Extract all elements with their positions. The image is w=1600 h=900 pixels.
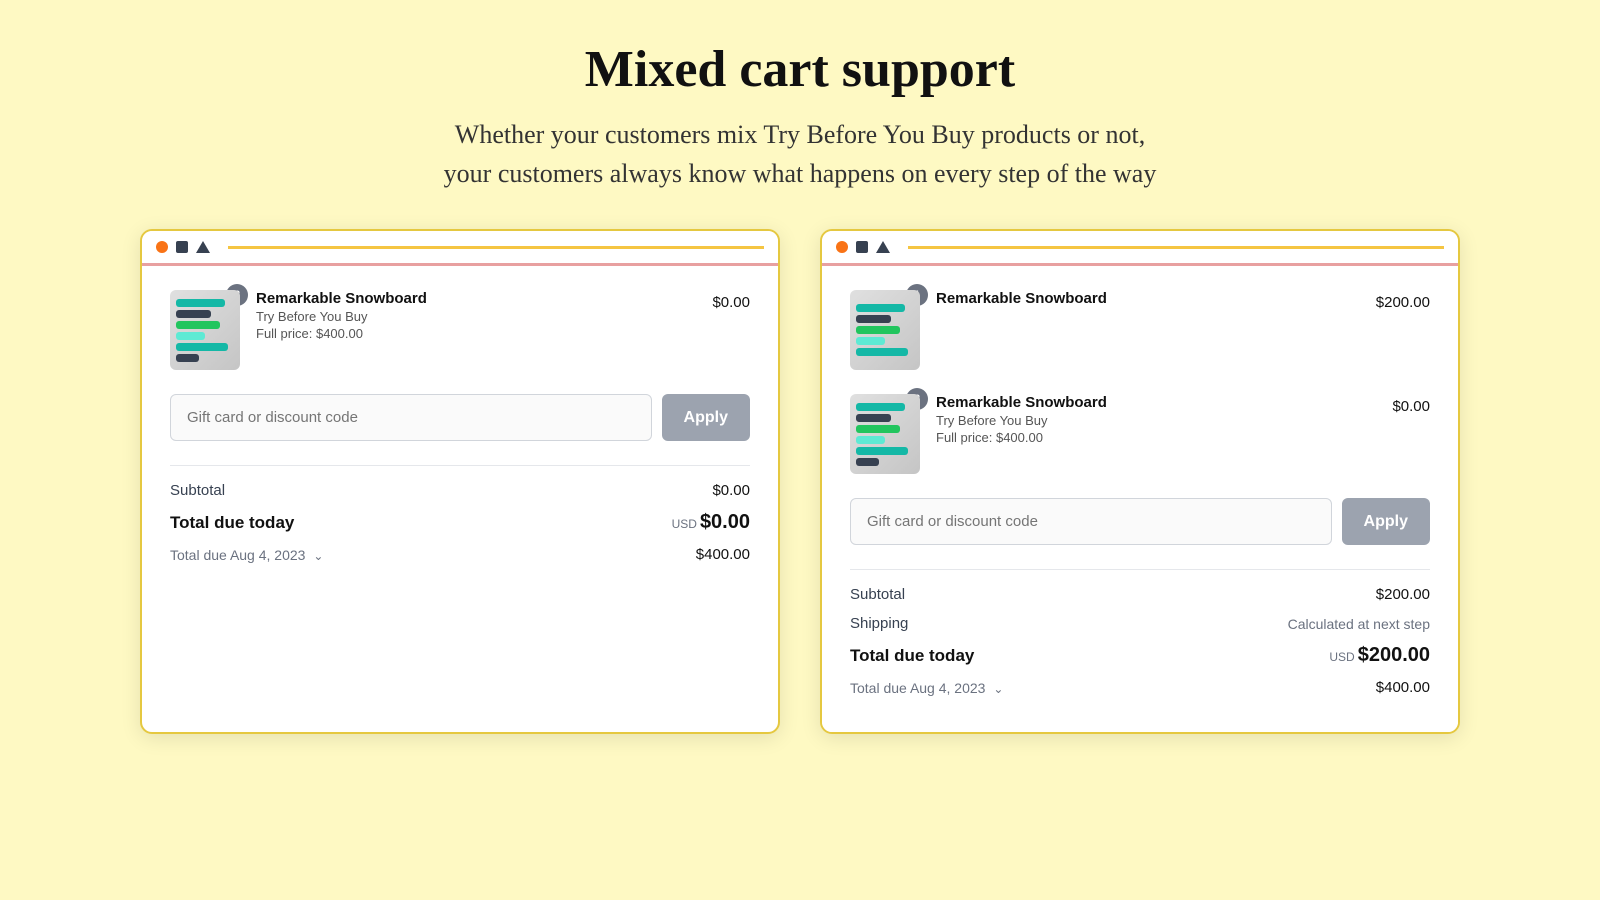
cards-row: 2 Remarkable Snowboard T <box>100 229 1500 734</box>
total-label-r: Total due today <box>850 646 974 666</box>
deferred-label: Total due Aug 4, 2023 ⌄ <box>170 547 323 563</box>
page-subtitle: Whether your customers mix Try Before Yo… <box>444 115 1157 193</box>
product-image-wrapper: 2 <box>170 290 242 370</box>
product-details-right-1: Remarkable Snowboard <box>936 290 1362 309</box>
product-price-r1: $200.00 <box>1376 294 1430 311</box>
titlebar-dot-red <box>156 241 168 253</box>
titlebar-line <box>228 246 764 249</box>
browser-titlebar-right <box>822 231 1458 266</box>
summary-row-total-right: Total due today USD$200.00 <box>850 644 1430 667</box>
titlebar-dot-dark <box>176 241 188 253</box>
chevron-down-icon: ⌄ <box>313 549 323 563</box>
discount-row-right: Apply <box>850 498 1430 545</box>
product-image-r2 <box>850 394 920 474</box>
total-value: USD$0.00 <box>672 511 750 534</box>
product-image-r1 <box>850 290 920 370</box>
titlebar-dot-triangle-r <box>876 241 890 253</box>
product-item-right-1: 1 Remarkable Snowboard $200.00 <box>850 290 1430 370</box>
product-image-wrapper-r1: 1 <box>850 290 922 370</box>
product-fullprice: Full price: $400.00 <box>256 326 698 341</box>
browser-window-right: 1 Remarkable Snowboard $200.00 <box>820 229 1460 734</box>
summary-row-subtotal-right: Subtotal $200.00 <box>850 586 1430 603</box>
browser-content-left: 2 Remarkable Snowboard T <box>142 266 778 599</box>
product-fullprice-r2: Full price: $400.00 <box>936 430 1378 445</box>
browser-window-left: 2 Remarkable Snowboard T <box>140 229 780 734</box>
discount-input-left[interactable] <box>170 394 652 441</box>
shipping-value: Calculated at next step <box>1288 616 1430 632</box>
product-name-r1: Remarkable Snowboard <box>936 290 1362 307</box>
product-price-r2: $0.00 <box>1392 398 1430 415</box>
subtotal-value: $0.00 <box>712 482 750 499</box>
summary-row-subtotal-left: Subtotal $0.00 <box>170 482 750 499</box>
total-label: Total due today <box>170 513 294 533</box>
titlebar-dot-red-r <box>836 241 848 253</box>
product-price: $0.00 <box>712 294 750 311</box>
titlebar-dot-dark-r <box>856 241 868 253</box>
discount-input-right[interactable] <box>850 498 1332 545</box>
product-subtitle-r2: Try Before You Buy <box>936 413 1378 428</box>
product-image <box>170 290 240 370</box>
titlebar-dot-triangle <box>196 241 210 253</box>
shipping-label: Shipping <box>850 615 908 632</box>
product-details-left-1: Remarkable Snowboard Try Before You Buy … <box>256 290 698 341</box>
product-name: Remarkable Snowboard <box>256 290 698 307</box>
deferred-value: $400.00 <box>696 546 750 563</box>
subtotal-label-r: Subtotal <box>850 586 905 603</box>
page-title: Mixed cart support <box>444 40 1157 99</box>
usd-label-r: USD <box>1329 650 1354 664</box>
snowboard-bars <box>170 293 240 368</box>
product-details-right-2: Remarkable Snowboard Try Before You Buy … <box>936 394 1378 445</box>
summary-row-total-left: Total due today USD$0.00 <box>170 511 750 534</box>
summary-section-right: Subtotal $200.00 Shipping Calculated at … <box>850 569 1430 696</box>
product-image-wrapper-r2: 2 <box>850 394 922 474</box>
chevron-down-icon-r: ⌄ <box>993 682 1003 696</box>
subtotal-value-r: $200.00 <box>1376 586 1430 603</box>
summary-row-shipping-right: Shipping Calculated at next step <box>850 615 1430 632</box>
apply-button-left[interactable]: Apply <box>662 394 750 441</box>
summary-section-left: Subtotal $0.00 Total due today USD$0.00 … <box>170 465 750 563</box>
summary-row-deferred-left: Total due Aug 4, 2023 ⌄ $400.00 <box>170 546 750 563</box>
total-value-r: USD$200.00 <box>1329 644 1430 667</box>
page-header: Mixed cart support Whether your customer… <box>444 40 1157 193</box>
snowboard-bars-r2 <box>850 397 920 472</box>
product-subtitle: Try Before You Buy <box>256 309 698 324</box>
browser-titlebar-left <box>142 231 778 266</box>
browser-content-right: 1 Remarkable Snowboard $200.00 <box>822 266 1458 732</box>
deferred-value-r: $400.00 <box>1376 679 1430 696</box>
subtotal-label: Subtotal <box>170 482 225 499</box>
apply-button-right[interactable]: Apply <box>1342 498 1430 545</box>
product-item-left-1: 2 Remarkable Snowboard T <box>170 290 750 370</box>
product-item-right-2: 2 Remarkable Snowboard T <box>850 394 1430 474</box>
product-name-r2: Remarkable Snowboard <box>936 394 1378 411</box>
deferred-label-r: Total due Aug 4, 2023 ⌄ <box>850 680 1003 696</box>
titlebar-line-r <box>908 246 1444 249</box>
snowboard-bars-r1 <box>850 298 920 362</box>
discount-row-left: Apply <box>170 394 750 441</box>
summary-row-deferred-right: Total due Aug 4, 2023 ⌄ $400.00 <box>850 679 1430 696</box>
usd-label: USD <box>672 517 697 531</box>
